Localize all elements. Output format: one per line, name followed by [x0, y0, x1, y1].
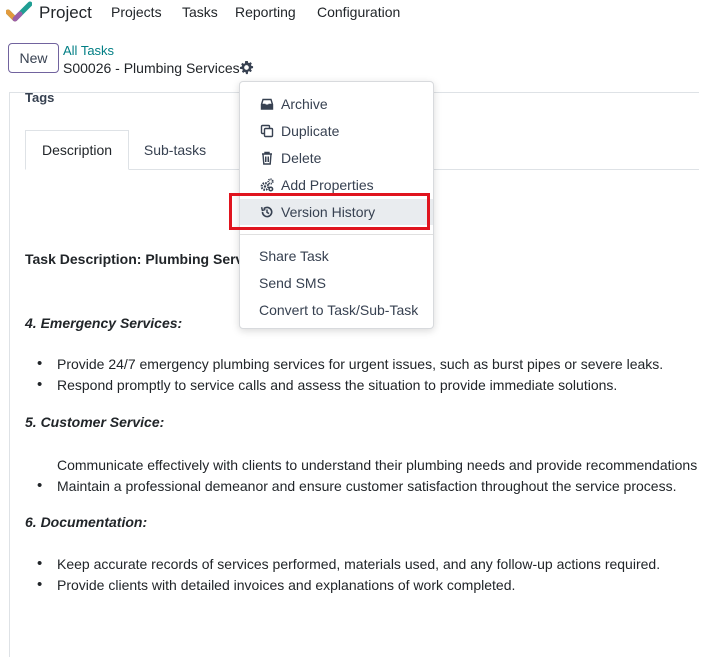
menu-item-label: Add Properties	[281, 177, 374, 193]
nav-projects[interactable]: Projects	[111, 4, 162, 20]
menu-item-add-properties[interactable]: Add Properties	[240, 172, 433, 198]
menu-item-send-sms[interactable]: Send SMS	[240, 270, 433, 296]
list-item: Respond promptly to service calls and as…	[37, 376, 617, 393]
history-icon	[260, 206, 273, 218]
app-name[interactable]: Project	[39, 3, 92, 23]
nav-reporting[interactable]: Reporting	[235, 4, 296, 20]
tab-sub-tasks[interactable]: Sub-tasks	[129, 130, 221, 170]
menu-item-duplicate[interactable]: Duplicate	[240, 118, 433, 144]
menu-item-label: Send SMS	[259, 275, 326, 291]
menu-item-label: Version History	[281, 204, 376, 220]
menu-item-label: Delete	[281, 150, 322, 166]
tags-label: Tags	[25, 90, 55, 105]
gear-dropdown-menu: Archive Duplicate Delete Add Properties …	[239, 81, 434, 329]
menu-item-label: Archive	[281, 96, 328, 112]
list-item: Maintain a professional demeanor and ens…	[37, 477, 676, 494]
menu-item-delete[interactable]: Delete	[240, 145, 433, 171]
section-heading: 4. Emergency Services:	[25, 315, 183, 331]
nav-configuration[interactable]: Configuration	[317, 4, 400, 20]
menu-item-label: Duplicate	[281, 123, 340, 139]
tab-description[interactable]: Description	[25, 130, 129, 170]
trash-icon	[262, 151, 272, 165]
menu-item-version-history[interactable]: Version History	[240, 199, 433, 225]
list-item: Communicate effectively with clients to …	[57, 457, 701, 473]
top-navbar: Project Projects Tasks Reporting Configu…	[0, 0, 721, 26]
section-heading: 6. Documentation:	[25, 514, 148, 530]
menu-divider	[240, 234, 433, 235]
menu-item-share-task[interactable]: Share Task	[240, 243, 433, 269]
new-button[interactable]: New	[8, 43, 59, 73]
task-description-heading: Task Description: Plumbing Serv	[25, 251, 244, 267]
odoo-project-logo-icon[interactable]	[6, 1, 32, 23]
menu-item-label: Share Task	[259, 248, 329, 264]
section-heading: 5. Customer Service:	[25, 414, 165, 430]
list-item: Provide clients with detailed invoices a…	[37, 576, 515, 593]
list-item: Keep accurate records of services perfor…	[37, 555, 660, 572]
list-item: Provide 24/7 emergency plumbing services…	[37, 355, 663, 372]
menu-item-label: Convert to Task/Sub-Task	[259, 302, 419, 318]
copy-icon	[260, 124, 274, 138]
breadcrumb-current-record: S00026 - Plumbing Services	[63, 60, 240, 76]
gear-icon[interactable]	[239, 60, 254, 75]
menu-item-archive[interactable]: Archive	[240, 91, 433, 117]
cogs-icon	[260, 178, 274, 192]
breadcrumb-all-tasks[interactable]: All Tasks	[63, 43, 114, 58]
nav-tasks[interactable]: Tasks	[182, 4, 218, 20]
menu-item-convert-task[interactable]: Convert to Task/Sub-Task	[240, 297, 433, 323]
archive-icon	[260, 98, 274, 110]
